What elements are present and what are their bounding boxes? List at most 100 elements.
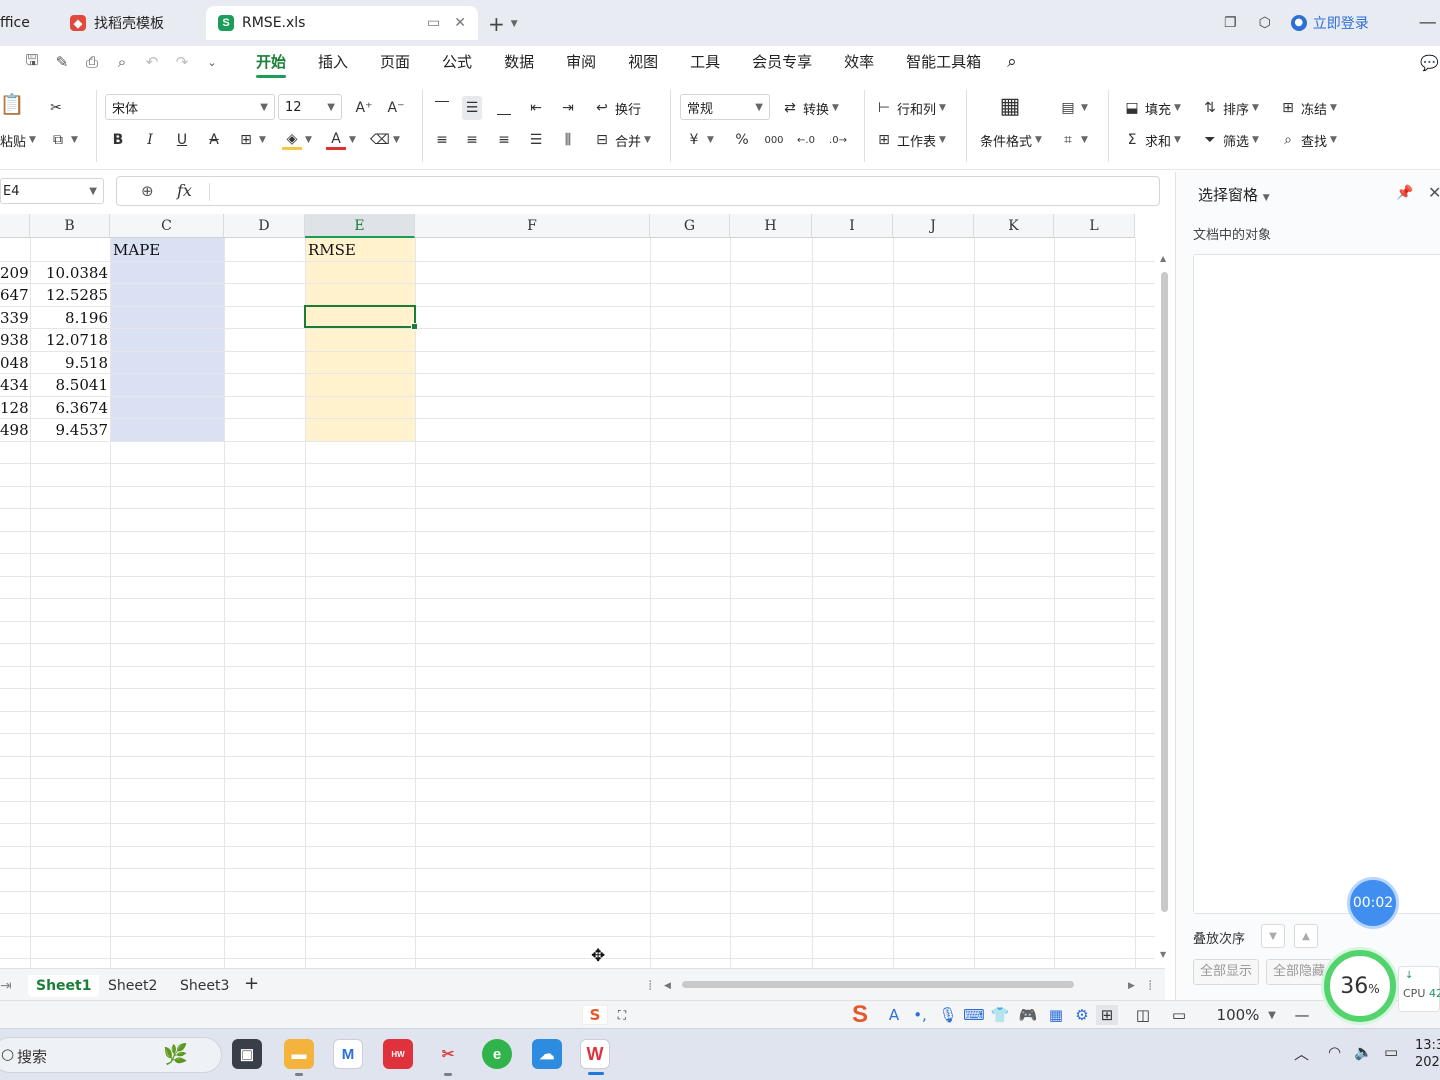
conditional-format-button[interactable]: 条件格式 ▼ bbox=[980, 128, 1042, 152]
thousands-button[interactable]: 000 bbox=[764, 128, 784, 152]
chevron-down-icon[interactable]: ⌄ bbox=[202, 52, 222, 72]
scissors-app-icon[interactable]: ✂ bbox=[433, 1039, 463, 1076]
column-header-c[interactable]: C bbox=[110, 214, 224, 238]
menu-review[interactable]: 审阅 bbox=[550, 46, 612, 82]
new-tab-button[interactable]: + ▼ bbox=[488, 12, 518, 36]
column-header-g[interactable]: G bbox=[650, 214, 730, 238]
crop-button[interactable]: ⌗ ▼ bbox=[1058, 128, 1088, 152]
print-preview-icon[interactable]: ⌕ bbox=[112, 52, 132, 72]
monitor-icon[interactable]: ▭ bbox=[427, 15, 440, 31]
tab-docer[interactable]: ◆ 找稻壳模板 bbox=[58, 6, 202, 40]
battery-icon[interactable]: ▭ bbox=[1384, 1043, 1398, 1061]
cloud-app-icon[interactable]: ☁ bbox=[532, 1039, 562, 1069]
scroll-down-icon[interactable]: ▼ bbox=[1160, 950, 1166, 959]
chevron-up-icon[interactable]: ︿ bbox=[1294, 1043, 1309, 1064]
mail-app-icon[interactable]: M bbox=[333, 1039, 363, 1069]
keyboard-icon[interactable]: ⌨ bbox=[963, 1005, 985, 1025]
huawei-app-icon[interactable]: HW bbox=[383, 1039, 413, 1069]
cell-a3[interactable]: 647 bbox=[0, 284, 28, 306]
cell-b2[interactable]: 10.0384 bbox=[30, 262, 108, 284]
close-icon[interactable]: ✕ bbox=[1428, 183, 1440, 202]
menu-page[interactable]: 页面 bbox=[364, 46, 426, 82]
paste-button[interactable]: 粘贴 ▼ bbox=[0, 128, 36, 152]
freeze-button[interactable]: ⊞ 冻结 ▼ bbox=[1278, 96, 1337, 120]
column-header-b[interactable]: B bbox=[30, 214, 110, 238]
recording-timer[interactable]: 00:02 bbox=[1347, 877, 1399, 929]
pane-title[interactable]: 选择窗格 ▼ bbox=[1198, 184, 1270, 205]
selected-cell-e4[interactable] bbox=[304, 304, 418, 330]
scroll-right-icon[interactable]: ▶ bbox=[1128, 975, 1135, 997]
menu-smart-toolbox[interactable]: 智能工具箱 bbox=[890, 46, 997, 82]
cell-b4[interactable]: 8.196 bbox=[30, 307, 108, 329]
cell-a9[interactable]: 498 bbox=[0, 419, 28, 441]
ime-logo-icon[interactable]: S bbox=[842, 1001, 878, 1028]
scroll-up-icon[interactable]: ▲ bbox=[1160, 254, 1166, 263]
cell-e1[interactable]: RMSE bbox=[308, 239, 413, 261]
column-header-a[interactable] bbox=[0, 214, 30, 238]
fill-color-button[interactable]: ◈ ▼ bbox=[282, 128, 312, 152]
column-header-j[interactable]: J bbox=[893, 214, 974, 238]
minimize-icon[interactable]: — bbox=[1419, 12, 1437, 33]
cell-a6[interactable]: 048 bbox=[0, 352, 28, 374]
spreadsheet-grid[interactable]: B C D E F G H I J K L MAPE RMSE 209 10.0384 647 12.5285 3… bbox=[0, 214, 1160, 968]
screenshot-icon[interactable]: ⛶ bbox=[612, 1005, 632, 1025]
merge-button[interactable]: ⊟ 合并 ▼ bbox=[592, 128, 651, 152]
clear-button[interactable]: ⌫ ▼ bbox=[370, 128, 400, 152]
search-icon[interactable]: ⌕ bbox=[997, 46, 1033, 82]
convert-button[interactable]: ⇄ 转换 ▼ bbox=[780, 96, 839, 120]
move-down-button[interactable]: ▼ bbox=[1261, 924, 1285, 948]
align-left-icon[interactable]: ≡ bbox=[432, 128, 452, 152]
redo-icon[interactable]: ↷ bbox=[172, 52, 192, 72]
copy-button[interactable]: ⧉ ▼ bbox=[48, 128, 78, 152]
italic-button[interactable]: I bbox=[140, 128, 160, 152]
zoom-level[interactable]: 100% bbox=[1210, 1005, 1266, 1025]
menu-member[interactable]: 会员专享 bbox=[736, 46, 828, 82]
filter-button[interactable]: ⏷ 筛选 ▼ bbox=[1200, 128, 1259, 152]
align-bottom-icon[interactable]: ⎽ bbox=[494, 96, 514, 120]
decrease-font-icon[interactable]: A⁻ bbox=[386, 96, 406, 120]
row-col-button[interactable]: ⊢ 行和列 ▼ bbox=[874, 96, 946, 120]
currency-button[interactable]: ¥ ▼ bbox=[684, 128, 714, 152]
font-name-select[interactable]: 宋体 ▼ bbox=[105, 94, 275, 120]
page-layout-view-icon[interactable]: ◫ bbox=[1132, 1005, 1154, 1025]
fx-icon[interactable]: fx bbox=[177, 181, 192, 200]
column-header-d[interactable]: D bbox=[224, 214, 305, 238]
menu-home[interactable]: 开始 bbox=[240, 46, 302, 82]
strikethrough-icon[interactable]: A bbox=[204, 128, 224, 152]
increase-indent-icon[interactable]: ⇥ bbox=[558, 96, 578, 120]
wrap-text-button[interactable]: ↩ 换行 bbox=[592, 96, 641, 120]
sheet-tab-2[interactable]: Sheet2 bbox=[108, 975, 157, 997]
volume-icon[interactable]: 🔈 bbox=[1354, 1043, 1373, 1061]
menu-efficiency[interactable]: 效率 bbox=[828, 46, 890, 82]
cube-icon[interactable]: ⬡ bbox=[1259, 15, 1271, 31]
cpu-meter[interactable]: 36% bbox=[1324, 950, 1396, 1022]
cell-a4[interactable]: 339 bbox=[0, 307, 28, 329]
cell-b9[interactable]: 9.4537 bbox=[30, 419, 109, 441]
tab-office-home[interactable]: ffice bbox=[0, 6, 50, 40]
vertical-scrollbar[interactable]: ▲ ▼ bbox=[1157, 238, 1173, 968]
column-header-i[interactable]: I bbox=[812, 214, 893, 238]
format-painter-icon[interactable]: ✎ bbox=[52, 52, 72, 72]
show-all-button[interactable]: 全部显示 bbox=[1193, 959, 1260, 985]
cell-b5[interactable]: 12.0718 bbox=[30, 329, 108, 351]
sheet-tab-1[interactable]: Sheet1 bbox=[28, 975, 100, 997]
formula-input[interactable]: ⊕ fx bbox=[116, 176, 1160, 206]
cell-b7[interactable]: 8.5041 bbox=[30, 374, 109, 396]
find-button[interactable]: ⌕ 查找 ▼ bbox=[1278, 128, 1337, 152]
underline-button[interactable]: U bbox=[172, 128, 192, 152]
pin-icon[interactable]: 📌 bbox=[1396, 185, 1413, 201]
menu-formula[interactable]: 公式 bbox=[426, 46, 488, 82]
close-tab-icon[interactable]: ✕ bbox=[454, 15, 466, 31]
bold-button[interactable]: B bbox=[108, 128, 128, 152]
sogou-logo-icon[interactable]: S bbox=[582, 1005, 608, 1025]
zoom-formula-icon[interactable]: ⊕ bbox=[141, 182, 154, 200]
chevron-down-icon[interactable]: ▼ bbox=[1264, 1005, 1280, 1025]
increase-font-icon[interactable]: A⁺ bbox=[354, 96, 374, 120]
column-header-e[interactable]: E bbox=[305, 214, 415, 238]
settings-icon[interactable]: ⚙ bbox=[1072, 1005, 1092, 1025]
sort-button[interactable]: ⇅ 排序 ▼ bbox=[1200, 96, 1259, 120]
cell-a8[interactable]: 128 bbox=[0, 397, 28, 419]
wifi-icon[interactable]: ◠ bbox=[1328, 1043, 1341, 1061]
file-explorer-icon[interactable]: ▬ bbox=[284, 1039, 314, 1076]
cell-b3[interactable]: 12.5285 bbox=[30, 284, 108, 306]
